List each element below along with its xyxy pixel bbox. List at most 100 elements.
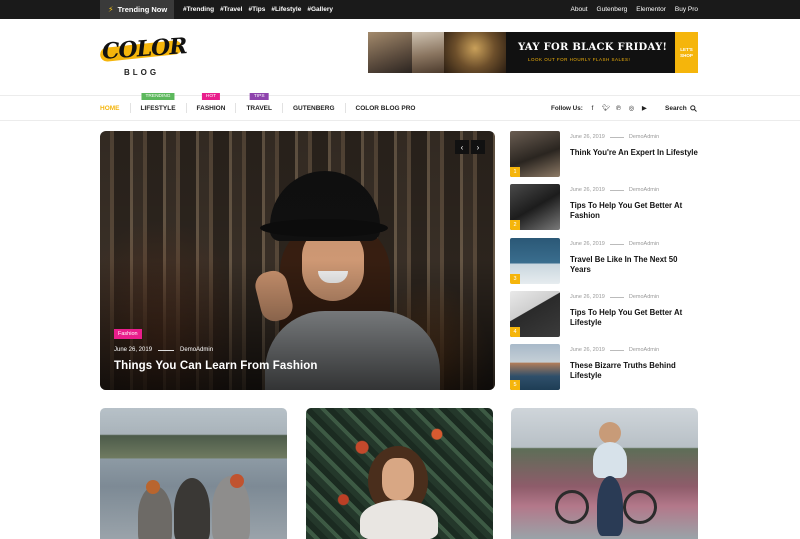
nav-item-home[interactable]: HOME [100, 103, 130, 113]
trending-now-button[interactable]: ⚡ Trending Now [100, 0, 174, 19]
follow-us: Follow Us: f 🐦︎ ℗ ◎ ▶ [551, 98, 648, 118]
logo-subtitle: BLOG [124, 68, 160, 77]
post-thumbnail[interactable]: 1 [510, 131, 560, 177]
list-item: 2 June 26, 2019 DemoAdmin Tips To Help Y… [510, 184, 700, 230]
nav-divider-bottom [0, 120, 800, 121]
post-author[interactable]: DemoAdmin [629, 347, 659, 353]
trending-now-label: Trending Now [117, 5, 168, 14]
slider-prev-button[interactable]: ‹ [455, 140, 469, 154]
facebook-icon[interactable]: f [589, 105, 596, 112]
tag-lifestyle[interactable]: #Lifestyle [271, 6, 301, 13]
top-link-about[interactable]: About [571, 6, 588, 13]
top-link-buy-pro[interactable]: Buy Pro [675, 6, 698, 13]
post-card-image-curly-hair[interactable] [306, 408, 493, 539]
post-meta: June 26, 2019 DemoAdmin [570, 294, 659, 300]
top-bar: ⚡ Trending Now #Trending #Travel #Tips #… [0, 0, 800, 19]
list-item: 5 June 26, 2019 DemoAdmin These Bizarre … [510, 344, 700, 390]
post-thumbnail[interactable]: 3 [510, 238, 560, 284]
tag-trending[interactable]: #Trending [183, 6, 214, 13]
post-author[interactable]: DemoAdmin [629, 294, 659, 300]
post-meta: June 26, 2019 DemoAdmin [570, 241, 659, 247]
banner-title: YAY FOR BLACK FRIDAY! [518, 42, 668, 53]
post-title[interactable]: Tips To Help You Get Better At Lifestyle [570, 308, 700, 328]
logo-word: COLOR [101, 33, 188, 65]
nav-label: LIFESTYLE [140, 104, 176, 112]
search-button[interactable]: Search [665, 98, 697, 118]
badge-trending: TRENDING [141, 93, 175, 100]
post-thumbnail[interactable]: 4 [510, 291, 560, 337]
post-author[interactable]: DemoAdmin [629, 187, 659, 193]
post-title[interactable]: Tips To Help You Get Better At Fashion [570, 201, 700, 221]
nav-item-color-blog-pro[interactable]: COLOR BLOG PRO [344, 103, 426, 113]
badge-tips: TIPS [249, 93, 269, 100]
nav-label: GUTENBERG [292, 104, 335, 112]
post-card-image-friends[interactable] [100, 408, 287, 539]
post-number: 3 [510, 274, 520, 284]
search-icon [689, 104, 697, 112]
top-link-elementor[interactable]: Elementor [636, 6, 666, 13]
nav-divider-top [0, 95, 800, 96]
post-number: 1 [510, 167, 520, 177]
site-logo[interactable]: COLOR BLOG [99, 33, 190, 80]
post-thumbnail[interactable]: 5 [510, 344, 560, 390]
nav-label: TRAVEL [246, 104, 272, 112]
youtube-icon[interactable]: ▶ [641, 104, 648, 112]
post-card-image-bicycle[interactable] [511, 408, 698, 539]
post-author[interactable]: DemoAdmin [629, 134, 659, 140]
tag-tips[interactable]: #Tips [248, 6, 265, 13]
tag-gallery[interactable]: #Gallery [307, 6, 333, 13]
chevron-right-icon: › [476, 142, 480, 152]
lightning-icon: ⚡ [108, 5, 114, 14]
hero-meta: June 26, 2019 DemoAdmin [114, 347, 213, 353]
main-nav: HOME TRENDING LIFESTYLE HOT FASHION TIPS… [100, 93, 426, 118]
nav-item-gutenberg[interactable]: GUTENBERG [281, 103, 345, 113]
post-title[interactable]: These Bizarre Truths Behind Lifestyle [570, 361, 700, 381]
post-number: 5 [510, 380, 520, 390]
nav-label: FASHION [196, 104, 226, 112]
list-item: 4 June 26, 2019 DemoAdmin Tips To Help Y… [510, 291, 700, 337]
post-date: June 26, 2019 [570, 294, 605, 300]
post-date: June 26, 2019 [570, 187, 605, 193]
instagram-icon[interactable]: ◎ [628, 104, 635, 112]
twitter-icon[interactable]: 🐦︎ [602, 104, 610, 112]
nav-label: COLOR BLOG PRO [355, 104, 416, 112]
post-author[interactable]: DemoAdmin [629, 241, 659, 247]
post-date: June 26, 2019 [570, 347, 605, 353]
slider-next-button[interactable]: › [471, 140, 485, 154]
top-links: About Gutenberg Elementor Buy Pro [571, 0, 698, 19]
post-meta: June 26, 2019 DemoAdmin [570, 134, 659, 140]
banner-photo-3 [444, 32, 506, 73]
hero-slider[interactable]: ‹ › Fashion June 26, 2019 DemoAdmin Thin… [100, 131, 495, 390]
hero-author[interactable]: DemoAdmin [180, 347, 213, 353]
nav-label: HOME [100, 104, 120, 112]
post-date: June 26, 2019 [570, 134, 605, 140]
post-title[interactable]: Travel Be Like In The Next 50 Years [570, 255, 700, 275]
black-friday-banner[interactable]: YAY FOR BLACK FRIDAY! LOOK OUT FOR HOURL… [368, 32, 698, 73]
nav-item-lifestyle[interactable]: TRENDING LIFESTYLE [129, 93, 186, 113]
post-meta: June 26, 2019 DemoAdmin [570, 187, 659, 193]
post-meta: June 26, 2019 DemoAdmin [570, 347, 659, 353]
badge-hot: HOT [201, 93, 221, 100]
nav-item-travel[interactable]: TIPS TRAVEL [235, 93, 282, 113]
banner-shop-button[interactable]: LET'S SHOP [675, 32, 698, 73]
list-item: 1 June 26, 2019 DemoAdmin Think You're A… [510, 131, 700, 177]
pinterest-icon[interactable]: ℗ [615, 105, 622, 112]
post-title[interactable]: Think You're An Expert In Lifestyle [570, 148, 700, 158]
search-label: Search [665, 104, 687, 112]
tag-travel[interactable]: #Travel [220, 6, 242, 13]
follow-us-label: Follow Us: [551, 104, 583, 112]
post-thumbnail[interactable]: 2 [510, 184, 560, 230]
nav-item-fashion[interactable]: HOT FASHION [185, 93, 236, 113]
hero-title[interactable]: Things You Can Learn From Fashion [114, 360, 318, 372]
banner-photo-1 [368, 32, 412, 73]
hero-category-badge[interactable]: Fashion [114, 329, 142, 339]
banner-subtitle: LOOK OUT FOR HOURLY FLASH SALES! [528, 57, 631, 62]
post-date: June 26, 2019 [570, 241, 605, 247]
top-link-gutenberg[interactable]: Gutenberg [597, 6, 628, 13]
hero-date: June 26, 2019 [114, 347, 153, 353]
bicycle-wheel [623, 490, 657, 524]
post-number: 4 [510, 327, 520, 337]
list-item: 3 June 26, 2019 DemoAdmin Travel Be Like… [510, 238, 700, 284]
post-number: 2 [510, 220, 520, 230]
chevron-left-icon: ‹ [460, 142, 464, 152]
